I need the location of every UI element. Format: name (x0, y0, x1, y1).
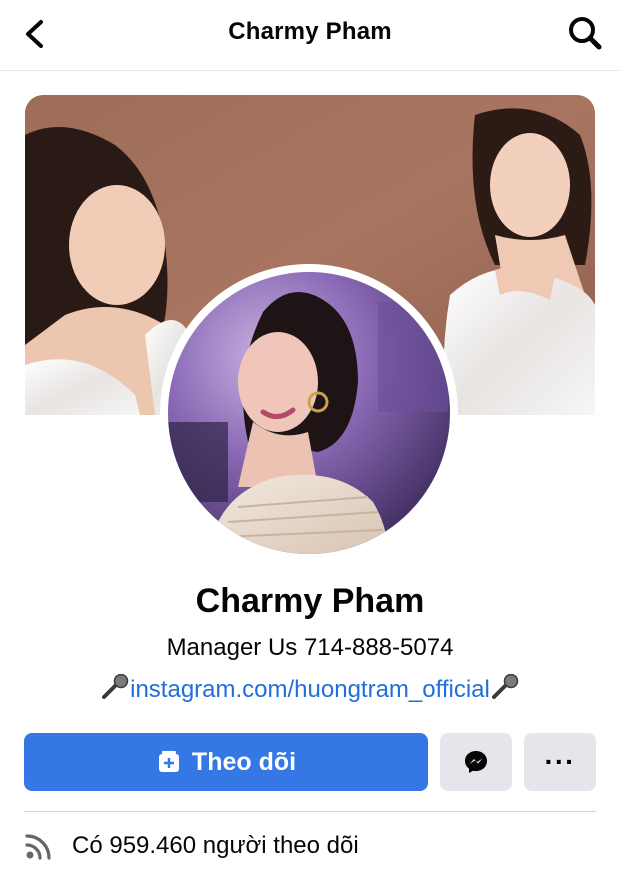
page-title: Charmy Pham (228, 18, 392, 45)
bio-link-line: instagram.com/huongtram_official (0, 674, 620, 704)
profile-avatar[interactable] (160, 264, 458, 562)
avatar-image (168, 272, 450, 554)
search-button[interactable] (564, 12, 606, 54)
more-icon: ··· (544, 746, 576, 777)
add-page-icon (158, 751, 179, 772)
profile-name: Charmy Pham (195, 582, 425, 620)
followers-row: Có 959.460 người theo dõi (24, 828, 359, 864)
follow-label: Theo dõi (191, 747, 297, 776)
microphone-icon (491, 674, 519, 699)
messenger-button[interactable] (440, 733, 512, 791)
top-bar: Charmy Pham (0, 0, 620, 71)
rss-feed-icon (25, 834, 51, 860)
search-icon (569, 17, 602, 50)
more-button[interactable]: ··· (524, 733, 596, 791)
instagram-link[interactable]: instagram.com/huongtram_official (130, 676, 490, 703)
microphone-icon (102, 674, 129, 699)
bio-contact: Manager Us 714-888-5074 (166, 634, 454, 661)
follow-button[interactable]: Theo dõi (24, 733, 428, 791)
followers-count: Có 959.460 người theo dõi (72, 832, 359, 859)
messenger-icon (465, 751, 487, 773)
divider (24, 811, 596, 812)
